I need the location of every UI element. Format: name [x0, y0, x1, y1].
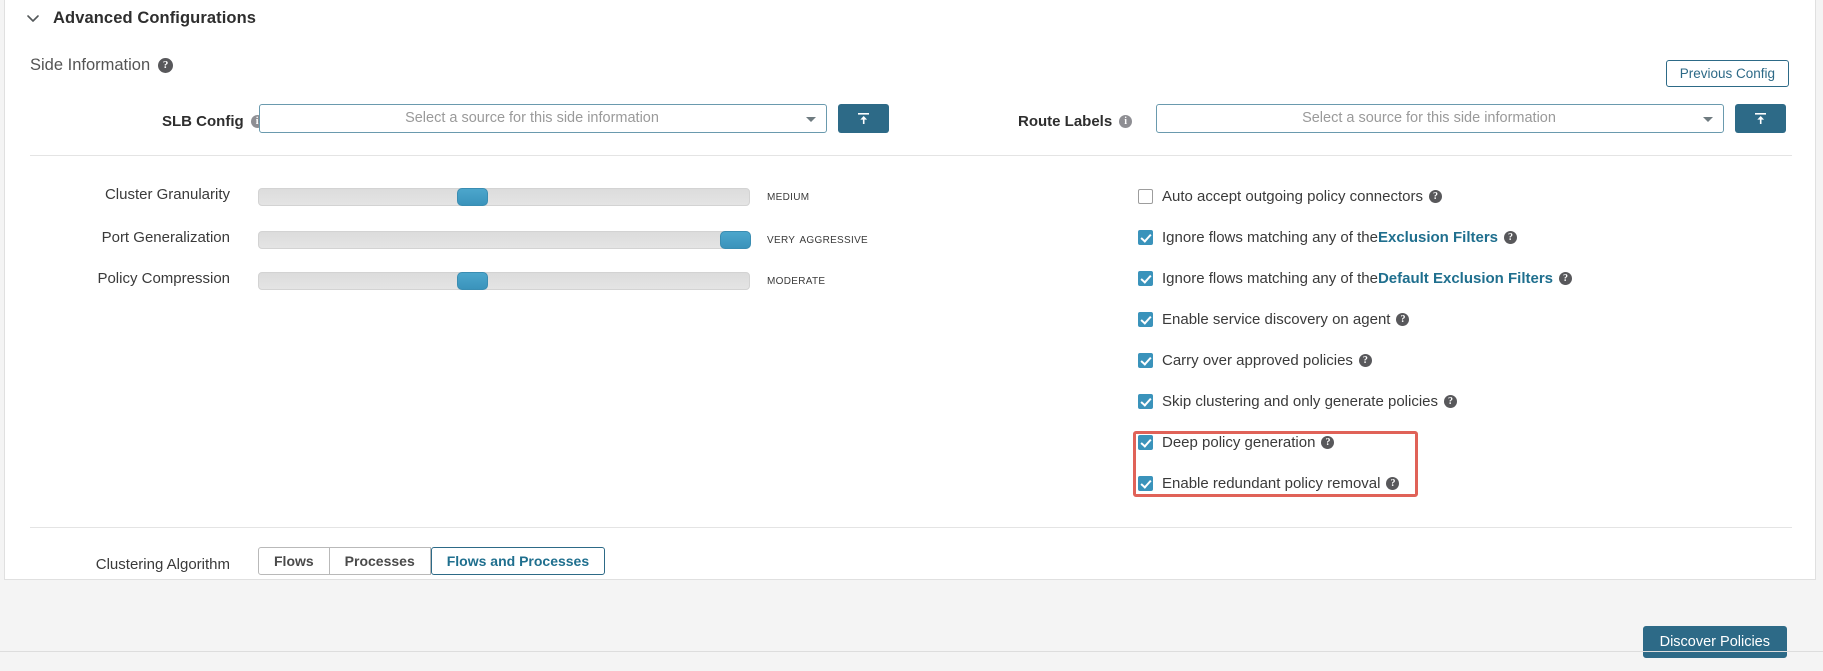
checkbox-label: Ignore flows matching any of the — [1162, 269, 1378, 287]
footer-bar: Discover Policies — [0, 596, 1823, 671]
slider-value: Very Aggressive — [767, 230, 869, 246]
slider-thumb[interactable] — [457, 188, 488, 206]
slider-value: Moderate — [767, 271, 826, 287]
card-header: Advanced Configurations — [5, 0, 1815, 36]
side-information-label: Side Information ? — [30, 56, 174, 75]
clustering-algorithm-button-group: Flows Processes Flows and Processes — [258, 547, 606, 575]
checkbox-input[interactable] — [1138, 352, 1153, 368]
help-icon[interactable]: ? — [1321, 435, 1335, 449]
checkbox-label: Skip clustering and only generate polici… — [1162, 392, 1438, 410]
previous-config-button[interactable]: Previous Config — [1665, 60, 1789, 87]
checkbox-label: Enable service discovery on agent — [1162, 310, 1391, 328]
checkbox-deep-policy-generation[interactable]: Deep policy generation ? — [1138, 431, 1335, 453]
footer-divider — [0, 651, 1823, 652]
checkbox-label: Carry over approved policies — [1162, 351, 1353, 369]
divider-top — [30, 155, 1792, 156]
checkbox-input[interactable] — [1138, 188, 1153, 204]
page-title: Advanced Configurations — [53, 8, 257, 27]
slider-track[interactable] — [258, 188, 750, 206]
slider-label: Policy Compression — [97, 270, 230, 287]
slb-config-placeholder: Select a source for this side informatio… — [405, 110, 659, 126]
exclusion-filters-link[interactable]: Exclusion Filters — [1378, 229, 1498, 246]
checkbox-skip-clustering-and-only-generate-policies[interactable]: Skip clustering and only generate polici… — [1138, 390, 1457, 412]
checkbox-input[interactable] — [1138, 311, 1153, 327]
slb-config-upload-button[interactable] — [838, 104, 889, 133]
checkbox-label: Deep policy generation — [1162, 433, 1316, 451]
help-icon[interactable]: ? — [1429, 189, 1442, 203]
checkbox-enable-service-discovery-on-agent[interactable]: Enable service discovery on agent ? — [1138, 308, 1410, 330]
slider-policy-compression: Policy Compression Moderate — [5, 268, 825, 294]
checkbox-label: Auto accept outgoing policy connectors — [1162, 187, 1423, 205]
chevron-down-icon[interactable] — [23, 8, 43, 28]
checkbox-ignore-flows-exclusion-filters[interactable]: Ignore flows matching any of the Exclusi… — [1138, 226, 1518, 248]
slb-config-select[interactable]: Select a source for this side informatio… — [259, 104, 827, 133]
route-labels-label-text: Route Labels — [1018, 113, 1113, 130]
advanced-configurations-card: Advanced Configurations Side Information… — [4, 0, 1816, 580]
divider-bottom — [30, 527, 1792, 528]
help-icon[interactable]: ? — [158, 58, 174, 73]
slider-label: Cluster Granularity — [104, 186, 230, 203]
checkbox-input[interactable] — [1138, 229, 1153, 245]
route-labels-upload-button[interactable] — [1735, 104, 1786, 133]
advanced-configurations-page: Advanced Configurations Side Information… — [0, 0, 1823, 671]
tab-flows-and-processes[interactable]: Flows and Processes — [430, 547, 606, 575]
help-icon[interactable]: ? — [1444, 394, 1457, 408]
checkbox-enable-redundant-policy-removal[interactable]: Enable redundant policy removal ? — [1138, 472, 1400, 494]
info-icon[interactable]: i — [1119, 115, 1133, 128]
checkbox-auto-accept-outgoing-policy-connectors[interactable]: Auto accept outgoing policy connectors ? — [1138, 185, 1442, 207]
help-icon[interactable]: ? — [1559, 271, 1573, 285]
help-icon[interactable]: ? — [1386, 476, 1400, 490]
checkbox-input[interactable] — [1138, 475, 1153, 491]
checkbox-input[interactable] — [1138, 270, 1153, 286]
slider-port-generalization: Port Generalization Very Aggressive — [5, 227, 868, 253]
upload-icon — [1755, 113, 1766, 124]
checkbox-carry-over-approved-policies[interactable]: Carry over approved policies ? — [1138, 349, 1372, 371]
slider-label: Port Generalization — [101, 229, 230, 246]
upload-icon — [858, 113, 869, 124]
tab-processes[interactable]: Processes — [329, 547, 431, 575]
chevron-down-icon[interactable] — [1703, 116, 1713, 122]
clustering-algorithm-label: Clustering Algorithm — [95, 556, 230, 573]
checkbox-label: Enable redundant policy removal — [1162, 474, 1381, 492]
help-icon[interactable]: ? — [1358, 353, 1372, 367]
slb-config-label-text: SLB Config — [162, 113, 244, 130]
discover-policies-button[interactable]: Discover Policies — [1642, 626, 1787, 658]
slb-config-label: SLB Config i — [162, 113, 264, 130]
default-exclusion-filters-link[interactable]: Default Exclusion Filters — [1378, 270, 1553, 287]
checkbox-ignore-flows-default-exclusion-filters[interactable]: Ignore flows matching any of the Default… — [1138, 267, 1573, 289]
route-labels-label: Route Labels i — [1018, 113, 1133, 130]
slider-thumb[interactable] — [720, 231, 751, 249]
slider-track[interactable] — [258, 272, 750, 290]
slider-thumb[interactable] — [457, 272, 488, 290]
side-information-text: Side Information — [30, 56, 151, 74]
route-labels-select[interactable]: Select a source for this side informatio… — [1156, 104, 1724, 133]
chevron-down-icon[interactable] — [806, 116, 816, 122]
slider-cluster-granularity: Cluster Granularity Medium — [5, 184, 809, 210]
checkbox-input[interactable] — [1138, 393, 1153, 409]
help-icon[interactable]: ? — [1504, 230, 1518, 244]
route-labels-placeholder: Select a source for this side informatio… — [1302, 110, 1556, 126]
tab-flows[interactable]: Flows — [258, 547, 330, 575]
slider-value: Medium — [767, 187, 810, 203]
checkbox-input[interactable] — [1138, 434, 1153, 450]
checkbox-label: Ignore flows matching any of the — [1162, 228, 1378, 246]
slider-track[interactable] — [258, 231, 751, 249]
help-icon[interactable]: ? — [1396, 312, 1410, 326]
